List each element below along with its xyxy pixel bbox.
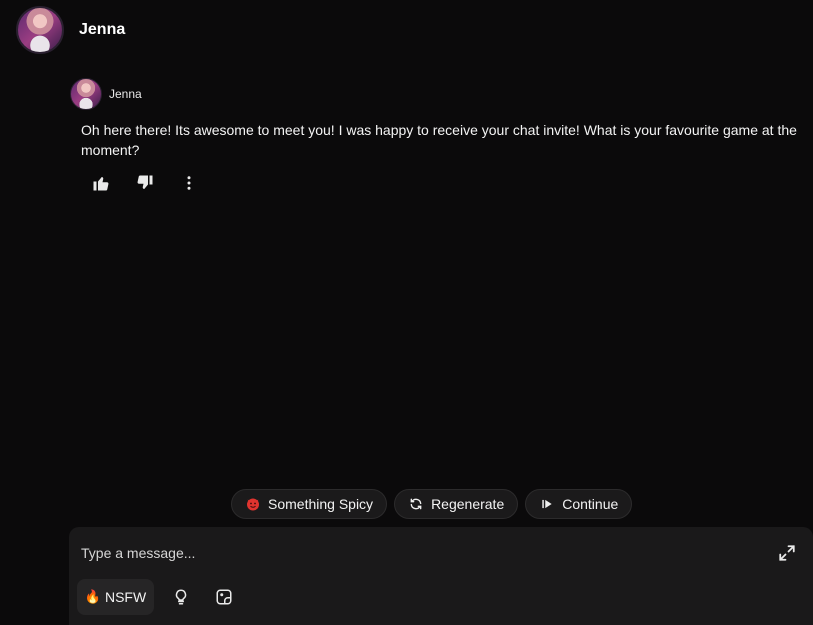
fire-icon: 🔥 bbox=[84, 589, 101, 604]
continue-label: Continue bbox=[562, 496, 619, 512]
message-input[interactable] bbox=[81, 541, 761, 565]
thumbs-down-button[interactable] bbox=[134, 172, 156, 194]
message-composer: 🔥 NSFW bbox=[69, 527, 813, 625]
thumbs-up-icon bbox=[93, 177, 109, 191]
nsfw-toggle[interactable]: 🔥 NSFW bbox=[77, 579, 154, 615]
expand-button[interactable] bbox=[778, 544, 796, 562]
refresh-icon bbox=[409, 497, 423, 511]
thumbs-up-button[interactable] bbox=[90, 172, 112, 194]
message-header: Jenna bbox=[70, 78, 810, 110]
sticker-button[interactable] bbox=[213, 586, 235, 608]
regenerate-label: Regenerate bbox=[431, 496, 505, 512]
thumbs-down-icon bbox=[137, 175, 153, 189]
more-options-button[interactable] bbox=[178, 172, 200, 194]
chat-header: Jenna bbox=[16, 6, 125, 54]
quick-actions: Something Spicy Regenerate Continue bbox=[231, 489, 633, 519]
sticker-icon bbox=[216, 589, 232, 605]
message-text: Oh here there! Its awesome to meet you! … bbox=[81, 122, 797, 158]
character-avatar[interactable] bbox=[16, 6, 64, 54]
more-vertical-icon bbox=[187, 176, 191, 190]
something-spicy-label: Something Spicy bbox=[268, 496, 374, 512]
something-spicy-button[interactable]: Something Spicy bbox=[231, 489, 388, 519]
devil-face-icon bbox=[246, 497, 260, 511]
continue-button[interactable]: Continue bbox=[525, 489, 633, 519]
nsfw-label: NSFW bbox=[104, 589, 147, 605]
chat-message: Jenna Oh here there! Its awesome to meet… bbox=[70, 78, 810, 194]
idea-button[interactable] bbox=[170, 586, 192, 608]
regenerate-button[interactable]: Regenerate bbox=[394, 489, 519, 519]
character-name: Jenna bbox=[79, 21, 126, 38]
lightbulb-icon bbox=[175, 589, 187, 605]
message-avatar bbox=[70, 78, 102, 110]
message-author: Jenna bbox=[109, 87, 142, 101]
message-actions bbox=[90, 172, 810, 194]
expand-icon bbox=[779, 545, 795, 561]
play-next-icon bbox=[540, 497, 554, 511]
